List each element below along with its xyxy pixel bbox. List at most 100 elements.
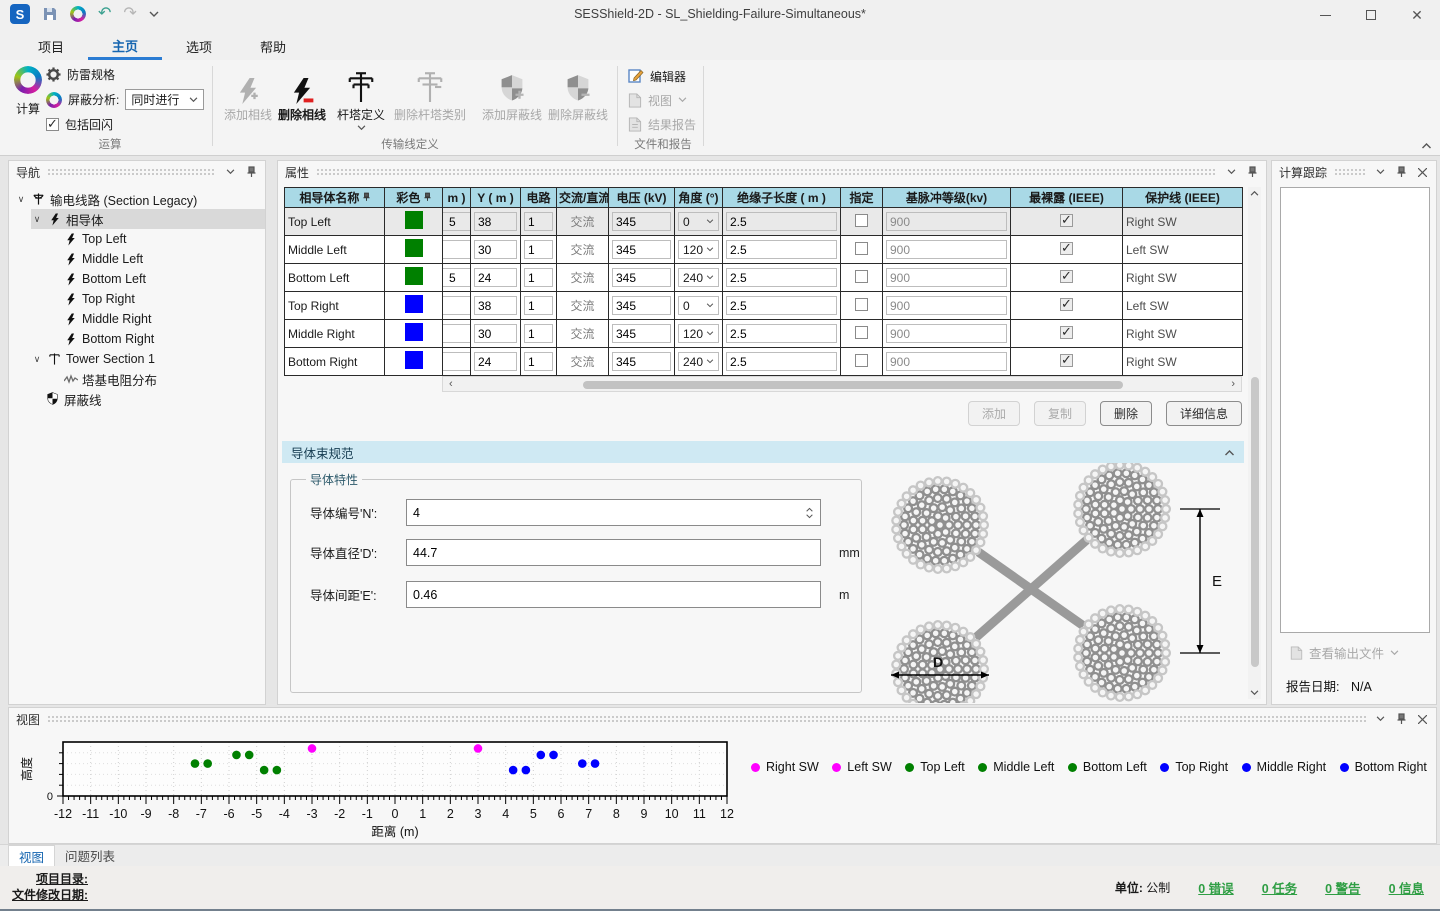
pin-icon[interactable] <box>1394 165 1408 179</box>
tree-node-phase[interactable]: Middle Left <box>63 249 265 269</box>
angle-cell[interactable]: 120 <box>675 236 723 264</box>
color-cell[interactable] <box>385 208 443 236</box>
col-name[interactable]: 相导体名称 <box>285 188 385 208</box>
tree-node-phase[interactable]: Top Left <box>63 229 265 249</box>
col-color[interactable]: 彩色 <box>385 188 443 208</box>
scrollbar-thumb[interactable] <box>583 381 1123 389</box>
circuit-cell[interactable] <box>521 320 557 348</box>
assign-checkbox[interactable] <box>855 242 868 255</box>
bil-input[interactable] <box>886 240 1007 259</box>
circuit-cell[interactable] <box>521 236 557 264</box>
circuit-input[interactable] <box>524 212 553 231</box>
conductor-name[interactable]: Middle Right <box>285 320 385 348</box>
col-assign[interactable]: 指定 <box>841 188 883 208</box>
tree-node-phase-group[interactable]: ∨ 相导体 <box>31 209 265 229</box>
bil-cell[interactable] <box>883 348 1011 376</box>
bil-cell[interactable] <box>883 236 1011 264</box>
y-input[interactable] <box>474 296 517 315</box>
add-phase-button[interactable]: 添加相线 <box>222 66 274 123</box>
circuit-cell[interactable] <box>521 292 557 320</box>
x-input[interactable] <box>443 296 471 315</box>
conductor-name[interactable]: Top Left <box>285 208 385 236</box>
insulator-cell[interactable] <box>723 348 841 376</box>
circuit-cell[interactable] <box>521 264 557 292</box>
col-angle[interactable]: 角度 (°) <box>675 188 723 208</box>
assign-checkbox[interactable] <box>855 270 868 283</box>
insulator-cell[interactable] <box>723 320 841 348</box>
caret-icon[interactable]: ∨ <box>31 354 43 365</box>
caret-icon[interactable]: ∨ <box>15 194 27 205</box>
scroll-up-icon[interactable] <box>1250 190 1259 196</box>
scroll-right-icon[interactable]: › <box>1231 378 1235 390</box>
x-cell[interactable] <box>443 320 471 348</box>
col-x[interactable]: m ) <box>443 188 471 208</box>
bil-cell[interactable] <box>883 264 1011 292</box>
x-input[interactable] <box>443 324 471 343</box>
y-input[interactable] <box>474 240 517 259</box>
insulator-input[interactable] <box>726 240 837 259</box>
angle-select[interactable]: 240 <box>678 352 719 371</box>
voltage-cell[interactable] <box>609 264 675 292</box>
voltage-input[interactable] <box>612 352 671 371</box>
view-button[interactable]: 视图 <box>628 88 696 112</box>
exposed-cell[interactable] <box>1011 320 1123 348</box>
spinner-up-icon[interactable] <box>805 507 814 512</box>
insulator-input[interactable] <box>726 324 837 343</box>
bil-cell[interactable] <box>883 292 1011 320</box>
panel-menu-icon[interactable] <box>1373 165 1387 179</box>
maximize-button[interactable] <box>1348 0 1394 30</box>
bil-cell[interactable] <box>883 208 1011 236</box>
lightning-spec-button[interactable]: 防雷规格 <box>46 64 204 85</box>
voltage-input[interactable] <box>612 296 671 315</box>
tree-node-phase[interactable]: Middle Right <box>63 309 265 329</box>
insulator-cell[interactable] <box>723 208 841 236</box>
close-icon[interactable] <box>1415 165 1429 179</box>
insulator-cell[interactable] <box>723 236 841 264</box>
x-input[interactable] <box>443 240 471 259</box>
circuit-input[interactable] <box>524 296 553 315</box>
include-backflash-checkbox[interactable] <box>46 118 59 131</box>
assign-cell[interactable] <box>841 264 883 292</box>
insulator-input[interactable] <box>726 352 837 371</box>
exposed-cell[interactable] <box>1011 264 1123 292</box>
angle-select[interactable]: 0 <box>678 212 719 231</box>
add-button[interactable]: 添加 <box>968 401 1020 426</box>
assign-cell[interactable] <box>841 348 883 376</box>
panel-vertical-scrollbar[interactable] <box>1248 187 1261 699</box>
exposed-cell[interactable] <box>1011 292 1123 320</box>
panel-menu-icon[interactable] <box>1224 165 1238 179</box>
angle-select[interactable]: 120 <box>678 324 719 343</box>
scrollbar-thumb[interactable] <box>1251 377 1259 667</box>
pin-icon[interactable] <box>244 165 258 179</box>
assign-checkbox[interactable] <box>855 298 868 311</box>
insulator-input[interactable] <box>726 268 837 287</box>
y-input[interactable] <box>474 352 517 371</box>
tree-node-phase[interactable]: Bottom Left <box>63 269 265 289</box>
exposed-cell[interactable] <box>1011 236 1123 264</box>
tree-node-phase[interactable]: Bottom Right <box>63 329 265 349</box>
panel-menu-icon[interactable] <box>223 165 237 179</box>
pin-icon[interactable] <box>1245 165 1259 179</box>
x-input[interactable] <box>443 352 471 371</box>
assign-cell[interactable] <box>841 208 883 236</box>
delete-button[interactable]: 删除 <box>1100 401 1152 426</box>
scroll-down-icon[interactable] <box>1250 690 1259 696</box>
tab-home[interactable]: 主页 <box>88 30 162 60</box>
x-input[interactable] <box>443 212 471 231</box>
color-cell[interactable] <box>385 320 443 348</box>
conductor-name[interactable]: Middle Left <box>285 236 385 264</box>
details-button[interactable]: 详细信息 <box>1166 401 1242 426</box>
col-voltage[interactable]: 电压 (kV) <box>609 188 675 208</box>
voltage-input[interactable] <box>612 212 671 231</box>
circuit-input[interactable] <box>524 352 553 371</box>
trace-output-list[interactable] <box>1280 187 1430 633</box>
minimize-button[interactable] <box>1302 0 1348 30</box>
tree-node-tower-resistance[interactable]: 塔基电阻分布 <box>63 369 265 389</box>
y-input[interactable] <box>474 324 517 343</box>
voltage-input[interactable] <box>612 324 671 343</box>
angle-cell[interactable]: 120 <box>675 320 723 348</box>
angle-cell[interactable]: 240 <box>675 348 723 376</box>
conductor-name[interactable]: Bottom Left <box>285 264 385 292</box>
y-input[interactable] <box>474 268 517 287</box>
col-exposed[interactable]: 最裸露 (IEEE) <box>1011 188 1123 208</box>
